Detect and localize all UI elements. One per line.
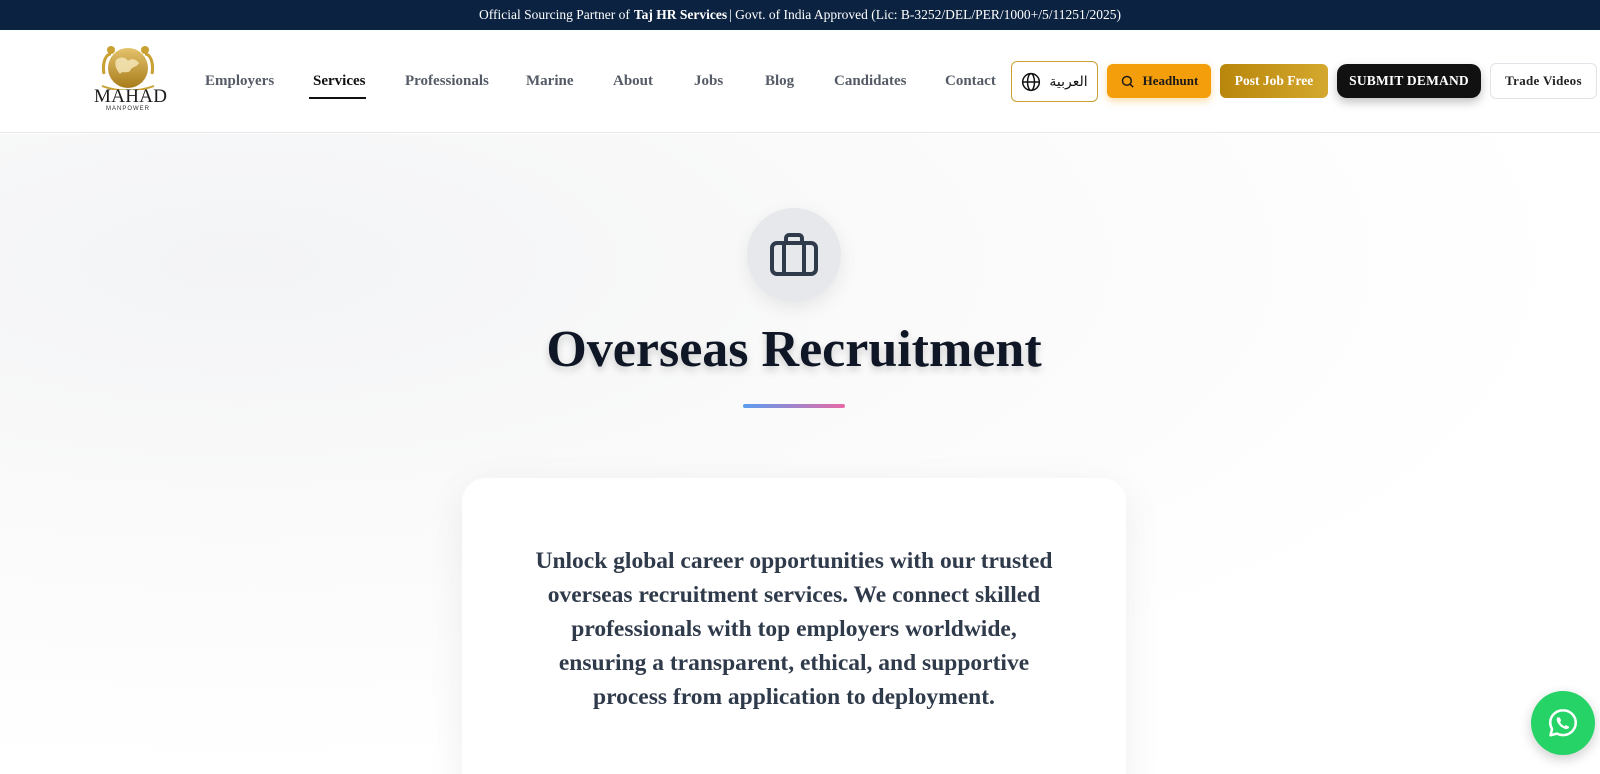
announcement-partner: Taj HR Services <box>633 7 728 22</box>
nav-services[interactable]: Services <box>313 72 365 90</box>
language-label: العربية <box>1049 73 1088 90</box>
whatsapp-button[interactable] <box>1531 691 1595 755</box>
site-logo[interactable]: MAHAD MANPOWER <box>94 44 168 118</box>
announcement-suffix: | Govt. of India Approved (Lic: B-3252/D… <box>729 7 1121 22</box>
trade-videos-button[interactable]: Trade Videos <box>1490 63 1597 99</box>
announcement-bar: Official Sourcing Partner of Taj HR Serv… <box>0 0 1600 30</box>
nav-about[interactable]: About <box>613 72 653 90</box>
globe-icon <box>1022 72 1041 91</box>
site-header: MAHAD MANPOWER Employers Services Profes… <box>0 30 1600 133</box>
language-button[interactable]: العربية <box>1011 61 1098 102</box>
hero-section: Overseas Recruitment Unlock global caree… <box>0 134 1600 774</box>
hero-icon-badge <box>747 208 841 302</box>
globe-logo-icon <box>101 46 155 90</box>
nav-jobs[interactable]: Jobs <box>694 72 723 90</box>
announcement-prefix: Official Sourcing Partner of <box>479 7 630 22</box>
headhunt-button[interactable]: Headhunt <box>1107 64 1211 98</box>
nav-employers[interactable]: Employers <box>205 72 274 90</box>
post-job-button[interactable]: Post Job Free <box>1220 64 1328 98</box>
logo-tagline: MANPOWER <box>106 106 150 112</box>
intro-text: Unlock global career opportunities with … <box>535 548 1053 710</box>
nav-blog[interactable]: Blog <box>765 72 794 90</box>
intro-card: Unlock global career opportunities with … <box>462 478 1126 774</box>
nav-active-underline <box>309 97 366 99</box>
nav-contact[interactable]: Contact <box>945 72 996 90</box>
nav-professionals[interactable]: Professionals <box>405 72 489 90</box>
search-icon <box>1121 75 1134 88</box>
page-title: Overseas Recruitment <box>546 321 1042 378</box>
nav-marine[interactable]: Marine <box>526 72 573 90</box>
nav-candidates[interactable]: Candidates <box>834 72 907 90</box>
briefcase-icon <box>770 233 818 276</box>
logo-name: MAHAD <box>94 86 168 107</box>
headhunt-label: Headhunt <box>1142 73 1199 88</box>
submit-demand-button[interactable]: SUBMIT DEMAND <box>1337 64 1481 98</box>
title-divider <box>743 404 845 408</box>
whatsapp-icon <box>1548 708 1578 737</box>
